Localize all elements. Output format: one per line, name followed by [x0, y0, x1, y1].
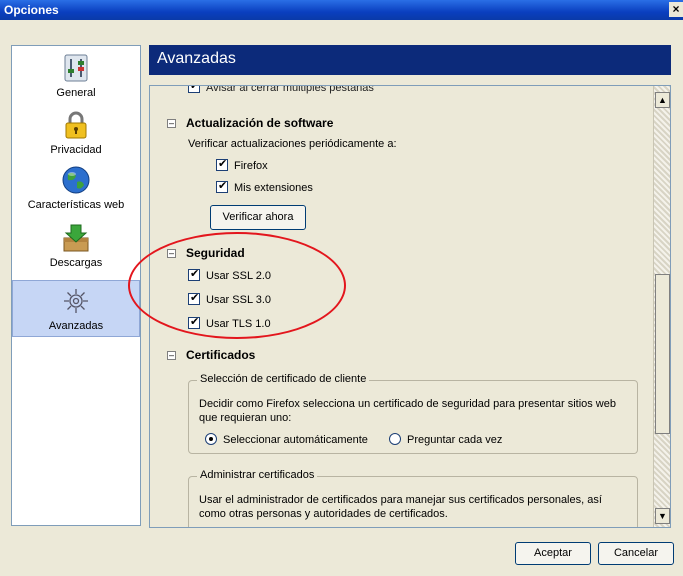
update-firefox-checkbox[interactable] [216, 157, 228, 171]
scrollbar-thumb[interactable] [655, 274, 670, 434]
sidebar-item-web-features[interactable]: Características web [12, 164, 140, 211]
settings-content: Avisar al cerrar múltiples pestañas – Act… [150, 86, 654, 527]
tls1-label: Usar TLS 1.0 [206, 318, 271, 330]
ask-every-time-option[interactable]: Preguntar cada vez [389, 433, 502, 446]
options-dialog: Opciones × General Privacidad Caracterís… [0, 0, 683, 576]
update-firefox-label: Firefox [234, 160, 268, 172]
warn-close-tabs-checkbox[interactable] [188, 86, 200, 93]
client-cert-group-title: Selección de certificado de cliente [197, 373, 370, 385]
gear-icon [64, 289, 88, 313]
auto-select-label: Seleccionar automáticamente [223, 434, 368, 446]
client-cert-description: Decidir como Firefox selecciona un certi… [199, 398, 616, 424]
collapse-icon[interactable]: – [167, 249, 176, 258]
ssl3-checkbox[interactable] [188, 291, 200, 305]
auto-select-option[interactable]: Seleccionar automáticamente [205, 433, 368, 446]
ssl2-label: Usar SSL 2.0 [206, 270, 272, 282]
warn-close-tabs-item[interactable]: Avisar al cerrar múltiples pestañas [188, 86, 374, 94]
vertical-scrollbar[interactable]: ▲ ▼ [653, 86, 670, 527]
update-firefox-item[interactable]: Firefox [216, 157, 268, 172]
sidebar-item-label: Descargas [49, 257, 103, 269]
title-bar: Opciones × [0, 0, 683, 20]
sidebar-item-label: Avanzadas [48, 320, 104, 332]
settings-scroll-pane[interactable]: Avisar al cerrar múltiples pestañas – Act… [149, 85, 671, 528]
accept-button[interactable]: Aceptar [515, 542, 591, 565]
update-section-header[interactable]: – Actualización de software [167, 116, 333, 130]
tls1-checkbox[interactable] [188, 315, 200, 329]
check-now-button[interactable]: Verificar ahora [210, 205, 306, 230]
ask-every-time-label: Preguntar cada vez [407, 434, 503, 446]
collapse-icon[interactable]: – [167, 351, 176, 360]
ssl2-checkbox[interactable] [188, 267, 200, 281]
certificates-section-header[interactable]: – Certificados [167, 348, 255, 362]
sidebar-item-label: General [56, 87, 96, 99]
certificates-section-title: Certificados [186, 348, 256, 362]
download-box-icon [63, 224, 89, 252]
close-button[interactable]: × [669, 2, 683, 17]
ssl2-item[interactable]: Usar SSL 2.0 [188, 267, 272, 282]
scroll-down-button[interactable]: ▼ [655, 508, 670, 524]
cancel-button[interactable]: Cancelar [598, 542, 674, 565]
manage-cert-group-title: Administrar certificados [197, 469, 318, 481]
page-title: Avanzadas [149, 45, 671, 75]
update-extensions-item[interactable]: Mis extensiones [216, 179, 313, 194]
window-title: Opciones [4, 3, 59, 17]
collapse-icon[interactable]: – [167, 119, 176, 128]
update-section-title: Actualización de software [186, 116, 334, 130]
globe-icon [62, 166, 90, 194]
update-intro: Verificar actualizaciones periódicamente… [188, 138, 397, 150]
switches-icon [64, 54, 88, 82]
ask-every-time-radio[interactable] [389, 433, 401, 445]
category-sidebar: General Privacidad Características web D… [11, 45, 141, 526]
security-section-title: Seguridad [186, 246, 245, 260]
sidebar-item-downloads[interactable]: Descargas [12, 222, 140, 269]
manage-cert-group: Administrar certificados Usar el adminis… [188, 469, 638, 527]
auto-select-radio[interactable] [205, 433, 217, 445]
ssl3-item[interactable]: Usar SSL 3.0 [188, 291, 272, 306]
warn-close-tabs-label: Avisar al cerrar múltiples pestañas [206, 86, 374, 94]
security-section-header[interactable]: – Seguridad [167, 246, 245, 260]
update-extensions-label: Mis extensiones [234, 182, 313, 194]
sidebar-item-label: Privacidad [50, 144, 102, 156]
padlock-icon [65, 111, 87, 139]
sidebar-item-label: Características web [27, 199, 125, 211]
scroll-up-button[interactable]: ▲ [655, 92, 670, 108]
update-extensions-checkbox[interactable] [216, 179, 228, 193]
sidebar-item-general[interactable]: General [12, 52, 140, 99]
tls1-item[interactable]: Usar TLS 1.0 [188, 315, 271, 330]
sidebar-item-privacy[interactable]: Privacidad [12, 109, 140, 156]
manage-cert-description: Usar el administrador de certificados pa… [199, 494, 602, 520]
ssl3-label: Usar SSL 3.0 [206, 294, 272, 306]
client-cert-group: Selección de certificado de cliente Deci… [188, 373, 638, 454]
sidebar-item-advanced[interactable]: Avanzadas [12, 280, 140, 337]
